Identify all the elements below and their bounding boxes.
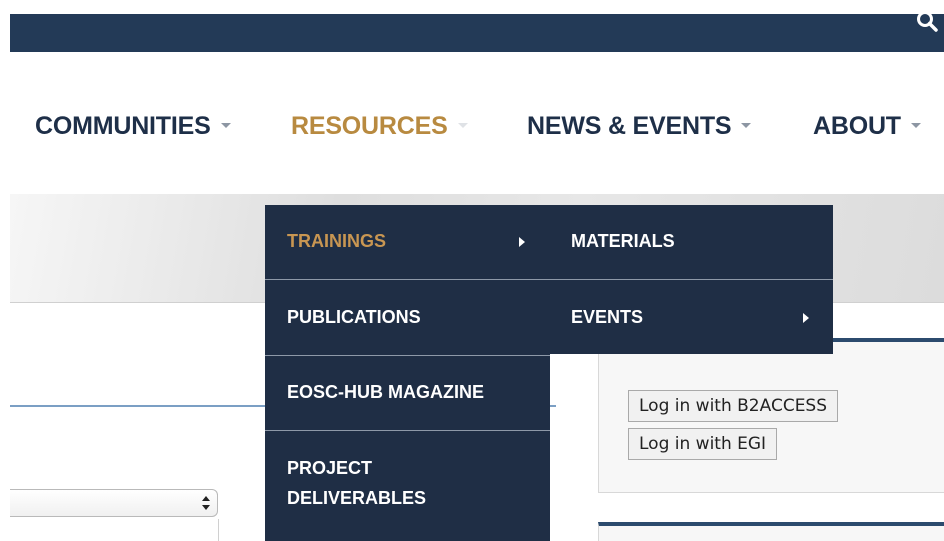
chevron-down-icon: [457, 123, 468, 128]
nav-item-label: COMMUNITIES: [35, 112, 211, 140]
menu-item-label: MATERIALS: [571, 231, 675, 251]
list-box: [10, 519, 219, 541]
login-egi-button[interactable]: Log in with EGI: [628, 428, 778, 460]
caret-right-icon: [519, 237, 525, 247]
caret-right-icon: [803, 313, 809, 323]
chevron-down-icon: [741, 123, 752, 128]
menu-item-label-line2: DELIVERABLES: [287, 488, 427, 508]
submenu-item-events[interactable]: EVENTS: [549, 280, 833, 354]
menu-item-label: EOSC-HUB MAGAZINE: [287, 382, 484, 402]
side-panel: [598, 522, 944, 541]
menu-item-eosc-hub-magazine[interactable]: EOSC-HUB MAGAZINE: [265, 356, 550, 430]
select-dropdown[interactable]: [10, 489, 218, 517]
nav-item-news-events[interactable]: NEWS & EVENTS: [527, 112, 752, 142]
nav-item-resources[interactable]: RESOURCES: [291, 112, 468, 142]
chevron-down-icon: [910, 123, 921, 128]
nav-item-about[interactable]: ABOUT: [813, 112, 921, 142]
menu-item-label-line1: PROJECT: [287, 458, 373, 478]
select-arrows-icon: [202, 496, 210, 510]
nav-item-communities[interactable]: COMMUNITIES: [35, 112, 231, 142]
menu-item-label: PUBLICATIONS: [287, 307, 421, 327]
menu-item-label: EVENTS: [571, 307, 644, 327]
nav-item-label: RESOURCES: [291, 112, 448, 140]
main-nav: COMMUNITIES RESOURCES NEWS & EVENTS ABOU…: [0, 0, 944, 190]
section-divider: [10, 405, 268, 407]
login-panel: Log in with B2ACCESS Log in with EGI: [598, 338, 944, 493]
menu-item-trainings[interactable]: TRAININGS: [265, 205, 550, 279]
nav-item-label: NEWS & EVENTS: [527, 112, 732, 140]
chevron-down-icon: [220, 123, 231, 128]
menu-item-publications[interactable]: PUBLICATIONS: [265, 280, 550, 355]
submenu-item-materials[interactable]: MATERIALS: [549, 205, 833, 279]
login-b2access-button[interactable]: Log in with B2ACCESS: [628, 390, 839, 422]
menu-item-label: TRAININGS: [287, 231, 386, 251]
nav-item-label: ABOUT: [813, 112, 901, 140]
menu-item-project-deliverables[interactable]: PROJECT DELIVERABLES: [265, 431, 550, 541]
